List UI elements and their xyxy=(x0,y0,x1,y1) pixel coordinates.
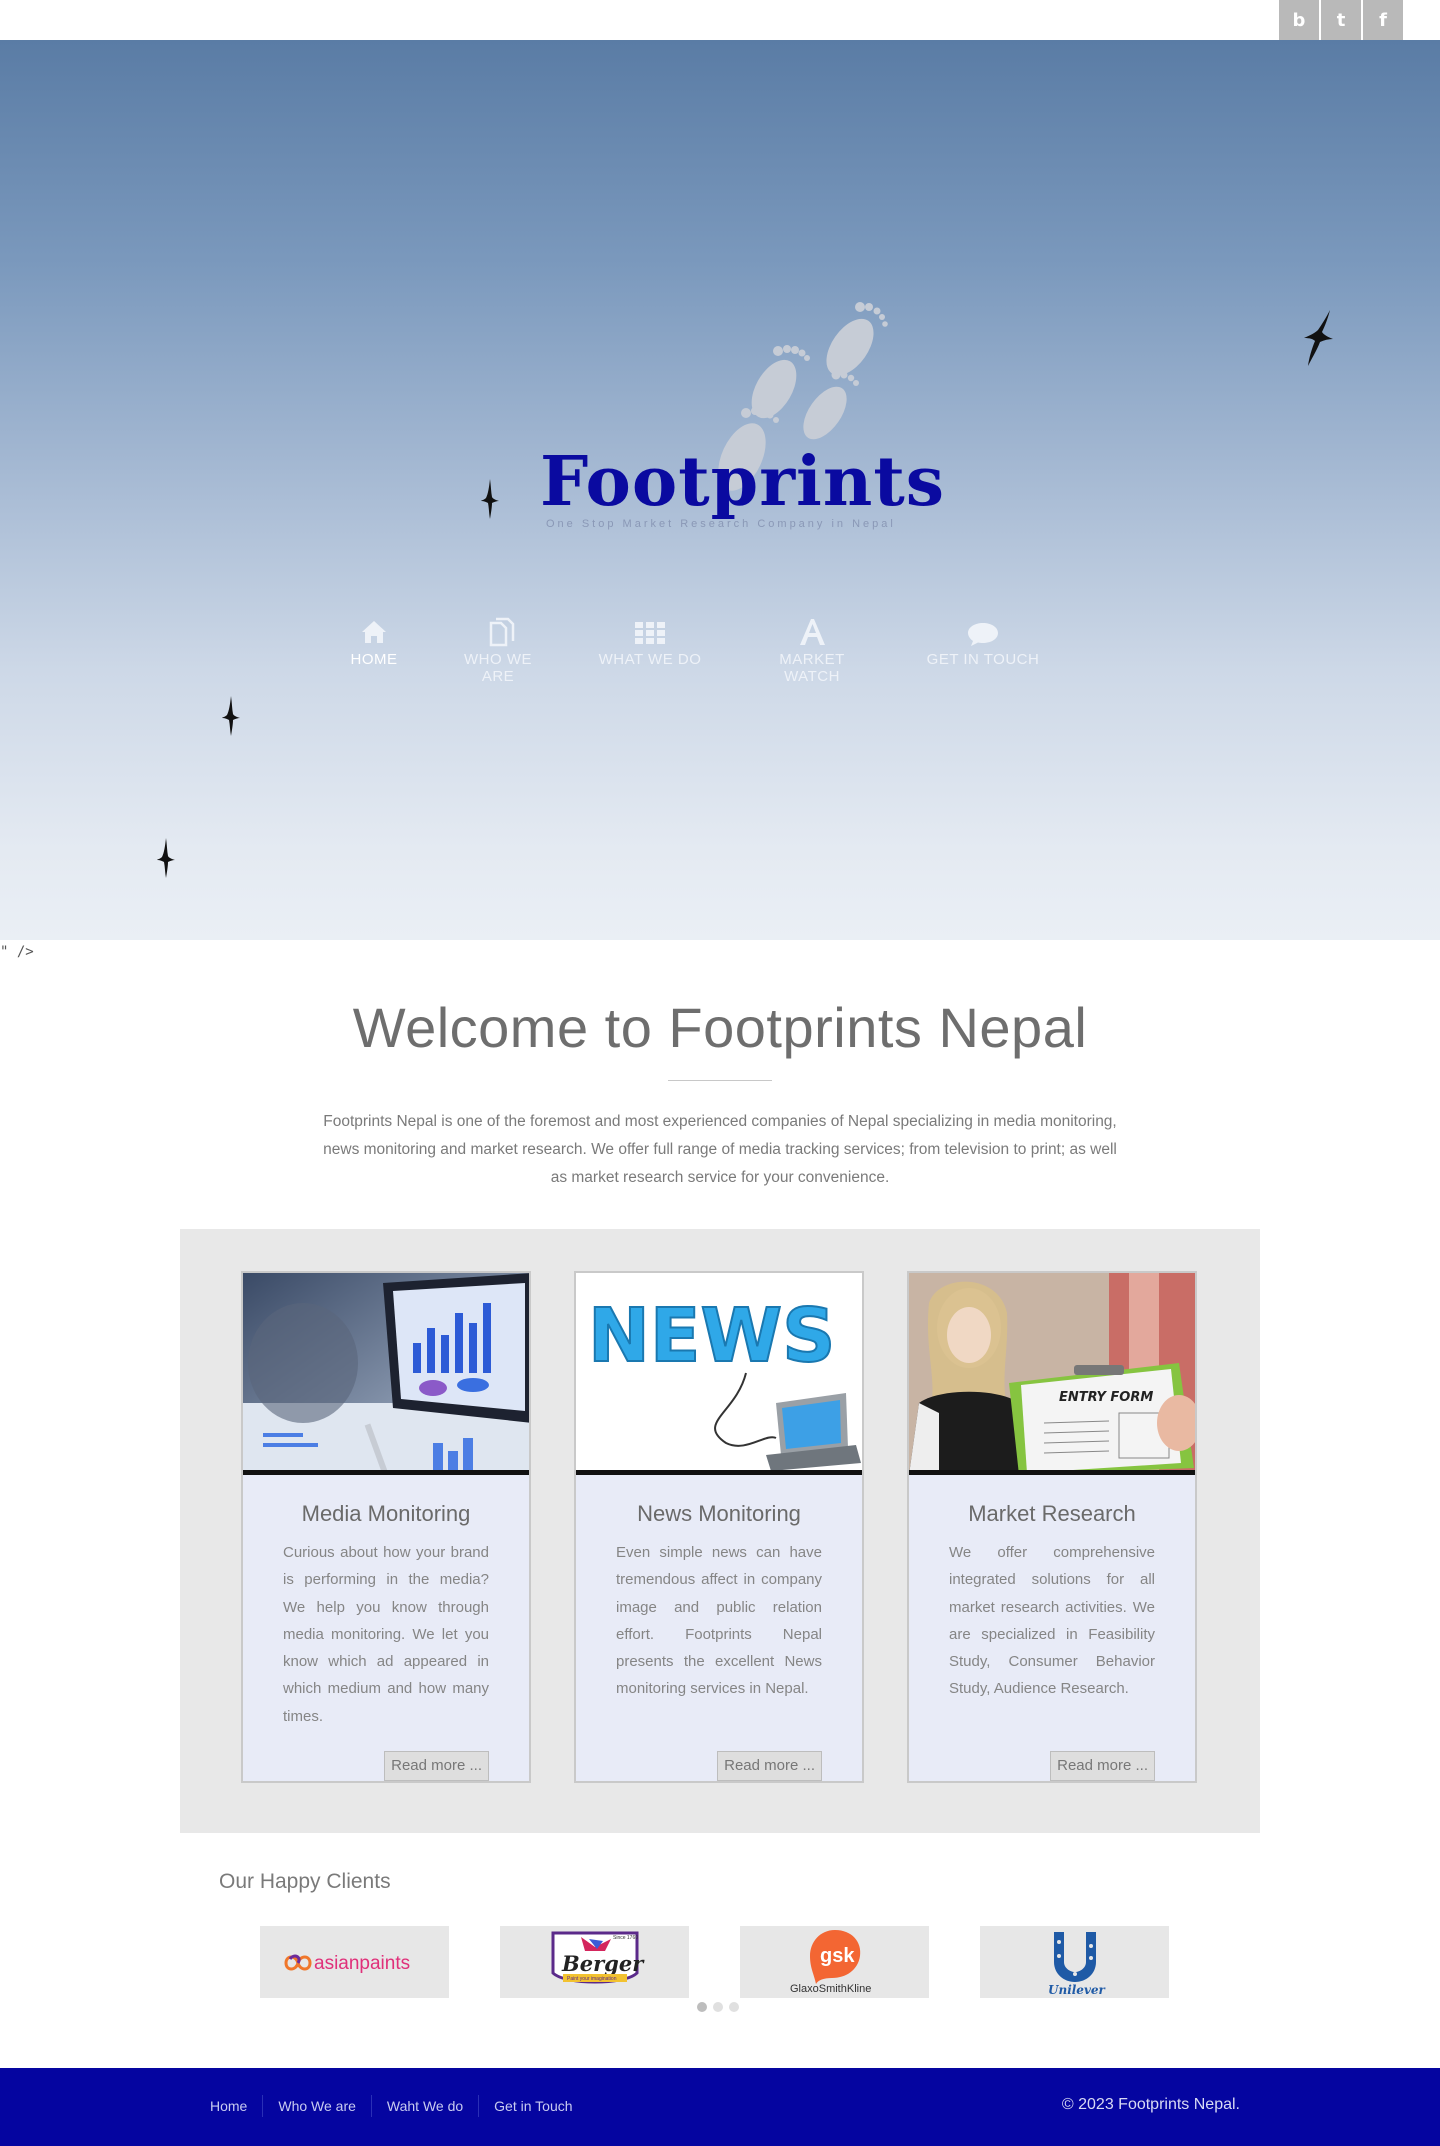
service-title: News Monitoring xyxy=(637,1501,801,1526)
service-card-news-monitoring: NEWS News Monitoring Even simple news ca… xyxy=(574,1271,864,1783)
gsk-logo-text: gsk xyxy=(820,1945,855,1967)
footer-link-home[interactable]: Home xyxy=(195,2095,262,2117)
blogger-icon[interactable]: b xyxy=(1279,0,1319,40)
footer: Home Who We are Waht We do Get in Touch … xyxy=(0,2068,1440,2146)
service-card-media-monitoring: Media Monitoring Curious about how your … xyxy=(241,1271,531,1783)
bird-icon xyxy=(157,838,175,878)
service-title: Market Research xyxy=(968,1501,1136,1526)
bird-icon xyxy=(481,479,499,519)
bird-icon xyxy=(1304,310,1333,366)
copyright: © 2023 Footprints Nepal. xyxy=(1061,2096,1240,2113)
stray-markup-text: " /> xyxy=(0,944,34,960)
chat-bubble-icon xyxy=(968,623,998,646)
service-description: We offer comprehensive integrated soluti… xyxy=(949,1544,1155,1698)
social-links: b t f xyxy=(1279,0,1403,40)
nav-item-market-watch[interactable]: MARKET WATCH xyxy=(750,615,874,685)
read-more-button[interactable]: Read more ... xyxy=(717,1751,822,1781)
berger-logo-sub: Paint your imagination xyxy=(567,1976,617,1982)
font-a-icon xyxy=(800,619,825,645)
client-logo-asianpaints[interactable]: asianpaints xyxy=(260,1926,449,1998)
welcome-text: Footprints Nepal is one of the foremost … xyxy=(323,1113,1117,1186)
bird-icon xyxy=(222,696,240,736)
footer-link-what-we-do[interactable]: Waht We do xyxy=(370,2095,478,2117)
client-logo-gsk[interactable]: gsk GlaxoSmithKline xyxy=(740,1926,929,1998)
divider xyxy=(668,1080,772,1081)
read-more-button[interactable]: Read more ... xyxy=(384,1751,489,1781)
asianpaints-logo-text: asianpaints xyxy=(314,1953,410,1974)
nav-item-home[interactable]: HOME xyxy=(350,615,398,668)
carousel-dot[interactable] xyxy=(697,2002,707,2012)
nav-item-who-we-are[interactable]: WHO WE ARE xyxy=(446,615,550,685)
berger-logo-text: Berger xyxy=(561,1951,645,1976)
client-logo-berger[interactable]: Since 1760 Berger Paint your imagination xyxy=(500,1926,689,1998)
facebook-icon[interactable]: f xyxy=(1363,0,1403,40)
media-monitoring-image xyxy=(243,1273,529,1475)
news-word: NEWS xyxy=(588,1293,835,1379)
unilever-logo-text: Unilever xyxy=(1048,1983,1107,1996)
footer-link-get-in-touch[interactable]: Get in Touch xyxy=(478,2095,587,2117)
carousel-dot[interactable] xyxy=(713,2002,723,2012)
market-research-image: ENTRY FORM xyxy=(909,1273,1195,1475)
grid-icon xyxy=(635,622,665,644)
brand-tagline: One Stop Market Research Company in Nepa… xyxy=(546,518,896,530)
footer-link-who-we-are[interactable]: Who We are xyxy=(262,2095,371,2117)
footer-nav: Home Who We are Waht We do Get in Touch xyxy=(195,2095,588,2117)
hero-banner: Footprints One Stop Market Research Comp… xyxy=(0,40,1440,940)
carousel-dot[interactable] xyxy=(729,2002,739,2012)
carousel-pagination xyxy=(697,2002,739,2012)
welcome-title: Welcome to Footprints Nepal xyxy=(352,996,1088,1059)
service-card-market-research: ENTRY FORM Market Research We offer comp… xyxy=(907,1271,1197,1783)
entry-form-title: ENTRY FORM xyxy=(1059,1390,1153,1405)
gsk-logo-sub: GlaxoSmithKline xyxy=(790,1983,871,1995)
service-description: Curious about how your brand is performi… xyxy=(283,1544,489,1725)
nav-item-get-in-touch[interactable]: GET IN TOUCH xyxy=(924,615,1042,668)
client-logo-unilever[interactable]: Unilever xyxy=(980,1926,1169,1998)
read-more-button[interactable]: Read more ... xyxy=(1050,1751,1155,1781)
news-monitoring-image: NEWS xyxy=(576,1273,862,1475)
documents-icon xyxy=(489,617,515,647)
home-icon xyxy=(362,621,386,643)
service-description: Even simple news can have tremendous aff… xyxy=(616,1544,822,1698)
brand-logo[interactable]: Footprints xyxy=(540,442,944,522)
services-section: Media Monitoring Curious about how your … xyxy=(180,1229,1260,1833)
berger-logo-top: Since 1760 xyxy=(613,1935,638,1941)
service-title: Media Monitoring xyxy=(301,1501,471,1526)
nav-item-what-we-do[interactable]: WHAT WE DO xyxy=(598,615,702,668)
twitter-icon[interactable]: t xyxy=(1321,0,1361,40)
clients-title: Our Happy Clients xyxy=(219,1870,391,1893)
top-bar: b t f xyxy=(0,0,1440,40)
